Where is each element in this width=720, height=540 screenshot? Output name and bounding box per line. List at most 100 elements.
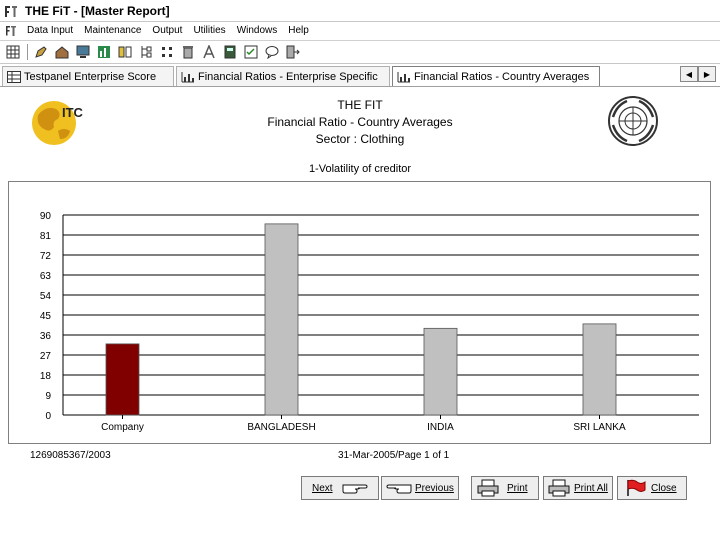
report-title-line-1: THE FIT [337,98,383,112]
tab-scroll-controls: ◀ ▶ [680,66,716,82]
columns-icon [118,46,132,58]
print-label: Print [507,482,528,494]
toolbar [0,41,720,64]
bar-chart-icon [181,71,194,82]
print-all-button[interactable]: Print All [543,476,613,500]
trash-icon [183,46,193,59]
chart-heading: 1-Volatility of creditor [308,163,412,175]
menu-maintenance[interactable]: Maintenance [79,25,147,36]
y-tick-label: 9 [45,391,51,402]
calculator-icon [224,45,236,59]
next-button[interactable]: Next [301,476,379,500]
columns-button[interactable] [117,44,133,60]
y-tick-label: 81 [40,231,52,242]
itc-logo-text: ITC [62,105,84,120]
trash-button[interactable] [180,44,196,60]
menu-help[interactable]: Help [283,25,315,36]
monitor-button[interactable] [75,44,91,60]
tab-label: Testpanel Enterprise Score [24,70,157,83]
united-nations-emblem [608,96,658,146]
grid-icon [6,45,20,59]
y-tick-label: 36 [40,331,52,342]
x-tick-label: BANGLADESH [247,422,315,433]
speech-bubble-icon [265,46,279,59]
tab-scroll-right-button[interactable]: ▶ [698,66,716,82]
tab-label: Financial Ratios - Country Averages [414,70,590,83]
tab-label: Financial Ratios - Enterprise Specific [198,70,378,83]
itc-logo: ITC [32,101,84,145]
close-button[interactable]: Close [617,476,687,500]
letter-a-icon [203,45,215,59]
home-button[interactable] [54,44,70,60]
y-tick-label: 54 [40,291,52,302]
report-title: THE FIT Financial Ratio - Country Averag… [220,97,500,148]
report-tabs: Testpanel Enterprise Score Financial Rat… [0,64,720,87]
calculator-button[interactable] [222,44,238,60]
print-all-label: Print All [574,482,608,494]
title-bar: THE FiT - [Master Report] [0,0,720,22]
grid-button[interactable] [5,44,21,60]
report-view: ITC THE FIT Financial Ratio - Country Av… [0,87,720,540]
menu-output[interactable]: Output [147,25,188,36]
tree-icon [141,46,152,58]
green-chart-button[interactable] [96,44,112,60]
house-icon [55,46,69,59]
tab-financial-ratios-country[interactable]: Financial Ratios - Country Averages [392,66,600,86]
bar-chart-icon [397,71,410,82]
monitor-icon [76,45,90,58]
y-tick-label: 63 [40,271,52,282]
report-id: 1269085367/2003 [30,450,111,461]
document-menu-icon[interactable] [4,24,18,38]
pointing-hand-right-icon [342,484,368,494]
bar [105,343,140,416]
dots-grid-icon [162,47,172,57]
previous-button[interactable]: Previous [381,476,459,500]
comment-button[interactable] [264,44,280,60]
printer-icon [548,479,570,497]
pencil-icon [35,46,47,58]
checklist-button[interactable] [243,44,259,60]
tab-scroll-left-button[interactable]: ◀ [680,66,698,82]
next-label: Next [312,482,333,494]
menu-data-input[interactable]: Data Input [22,25,79,36]
y-tick-label: 90 [40,211,52,222]
tab-financial-ratios-enterprise[interactable]: Financial Ratios - Enterprise Specific [176,66,390,86]
edit-button[interactable] [33,44,49,60]
app-icon [5,5,17,17]
menu-bar: Data Input Maintenance Output Utilities … [0,21,720,41]
dots-button[interactable] [159,44,175,60]
report-title-line-2: Financial Ratio - Country Averages [267,115,453,129]
y-tick-label: 72 [40,251,52,262]
table-icon [7,70,21,83]
bar-chart: 90817263544536271890Company BANGLADESH IND… [40,211,699,433]
report-title-line-3: Sector : Clothing [315,132,405,146]
report-date-page: 31-Mar-2005/Page 1 of 1 [338,450,450,461]
tree-button[interactable] [138,44,154,60]
x-tick-label: Company [101,422,144,433]
close-label: Close [651,482,677,494]
menu-utilities[interactable]: Utilities [188,25,231,36]
door-exit-icon [286,45,300,59]
printer-icon [477,479,499,497]
previous-label: Previous [415,482,454,494]
bar-chart-icon [98,46,110,58]
bar [423,327,458,416]
y-tick-label: 45 [40,311,52,322]
y-tick-label: 0 [45,411,51,422]
x-tick-label: INDIA [427,422,454,433]
pointing-hand-left-icon [386,484,412,494]
bar [582,323,617,416]
window-title: THE FiT - [Master Report] [25,3,170,18]
tab-testpanel-enterprise-score[interactable]: Testpanel Enterprise Score [2,66,174,86]
print-button[interactable]: Print [471,476,539,500]
font-button[interactable] [201,44,217,60]
exit-button[interactable] [285,44,301,60]
red-flag-icon [627,479,646,496]
bar [264,223,299,416]
y-tick-label: 27 [40,351,52,362]
checklist-icon [244,45,258,59]
toolbar-separator [27,44,28,60]
chart-frame: 90 81 72 63 54 45 36 27 18 9 0 Company BANGLADESH IND… [8,181,711,444]
y-tick-label: 18 [40,371,52,382]
menu-windows[interactable]: Windows [232,25,284,36]
